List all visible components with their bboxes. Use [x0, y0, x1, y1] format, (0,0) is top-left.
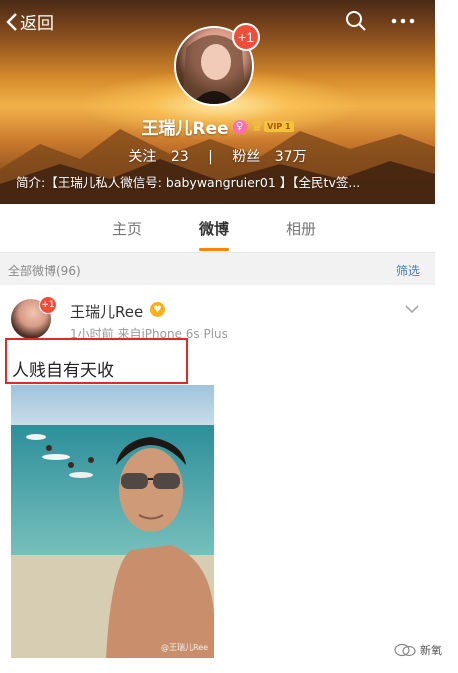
active-tab-indicator: [199, 248, 229, 251]
profile-name-row: 王瑞儿Ree ♀ ♛ VIP 1: [0, 114, 435, 139]
beach-selfie-photo: @王瑞儿Ree: [11, 385, 214, 658]
tab-home[interactable]: 主页: [112, 218, 142, 239]
all-posts-label: 全部微博(96): [8, 264, 81, 278]
filter-bar: 全部微博(96) 筛选: [0, 253, 435, 285]
filter-button[interactable]: 筛选: [396, 262, 420, 279]
crown-icon: ♛: [250, 118, 264, 135]
search-icon[interactable]: [345, 10, 367, 32]
source-logo-text: 新氧: [420, 644, 442, 657]
profile-name: 王瑞儿Ree: [141, 119, 229, 139]
wechat-icon: [394, 643, 416, 657]
more-icon[interactable]: [390, 10, 416, 32]
post-text: 人贱自有天收: [12, 361, 114, 381]
tab-album[interactable]: 相册: [286, 218, 316, 239]
female-icon: ♀: [232, 119, 247, 134]
tab-weibo[interactable]: 微博: [199, 218, 229, 239]
profile-stats: 关注 23 | 粉丝 37万: [0, 146, 435, 166]
source-logo: 新氧: [394, 642, 442, 658]
back-button[interactable]: 返回: [6, 9, 54, 34]
vip-label: VIP 1: [264, 121, 294, 132]
profile-tabs: 主页 微博 相册: [0, 204, 435, 253]
post-image[interactable]: @王瑞儿Ree: [11, 385, 214, 658]
back-label: 返回: [20, 14, 54, 34]
following-count: 23: [170, 149, 189, 165]
author-emoji-icon: ♥: [150, 302, 165, 317]
chevron-down-icon[interactable]: [404, 304, 420, 314]
stats-separator: |: [208, 149, 213, 165]
post-card: +1 王瑞儿Ree ♥ 1小时前 来自iPhone 6s Plus 人贱自有天收: [0, 286, 435, 673]
post-avatar-badge: +1: [39, 296, 57, 314]
chevron-left-icon: [6, 12, 17, 31]
image-watermark: @王瑞儿Ree: [161, 642, 208, 652]
profile-header: 返回 +1 王瑞儿Ree ♀ ♛ VIP 1 关注 23 | 粉丝 37万 简介…: [0, 0, 435, 204]
notification-badge: +1: [232, 23, 260, 51]
profile-bio[interactable]: 简介:【王瑞儿私人微信号: babywangruier01 】【全民tv签...: [16, 172, 416, 191]
following-link[interactable]: 关注 23: [123, 149, 193, 165]
followers-link[interactable]: 粉丝 37万: [227, 149, 311, 165]
vip-badge[interactable]: ♛ VIP 1: [251, 119, 294, 135]
post-author[interactable]: 王瑞儿Ree: [70, 301, 143, 322]
followers-count: 37万: [274, 149, 307, 165]
